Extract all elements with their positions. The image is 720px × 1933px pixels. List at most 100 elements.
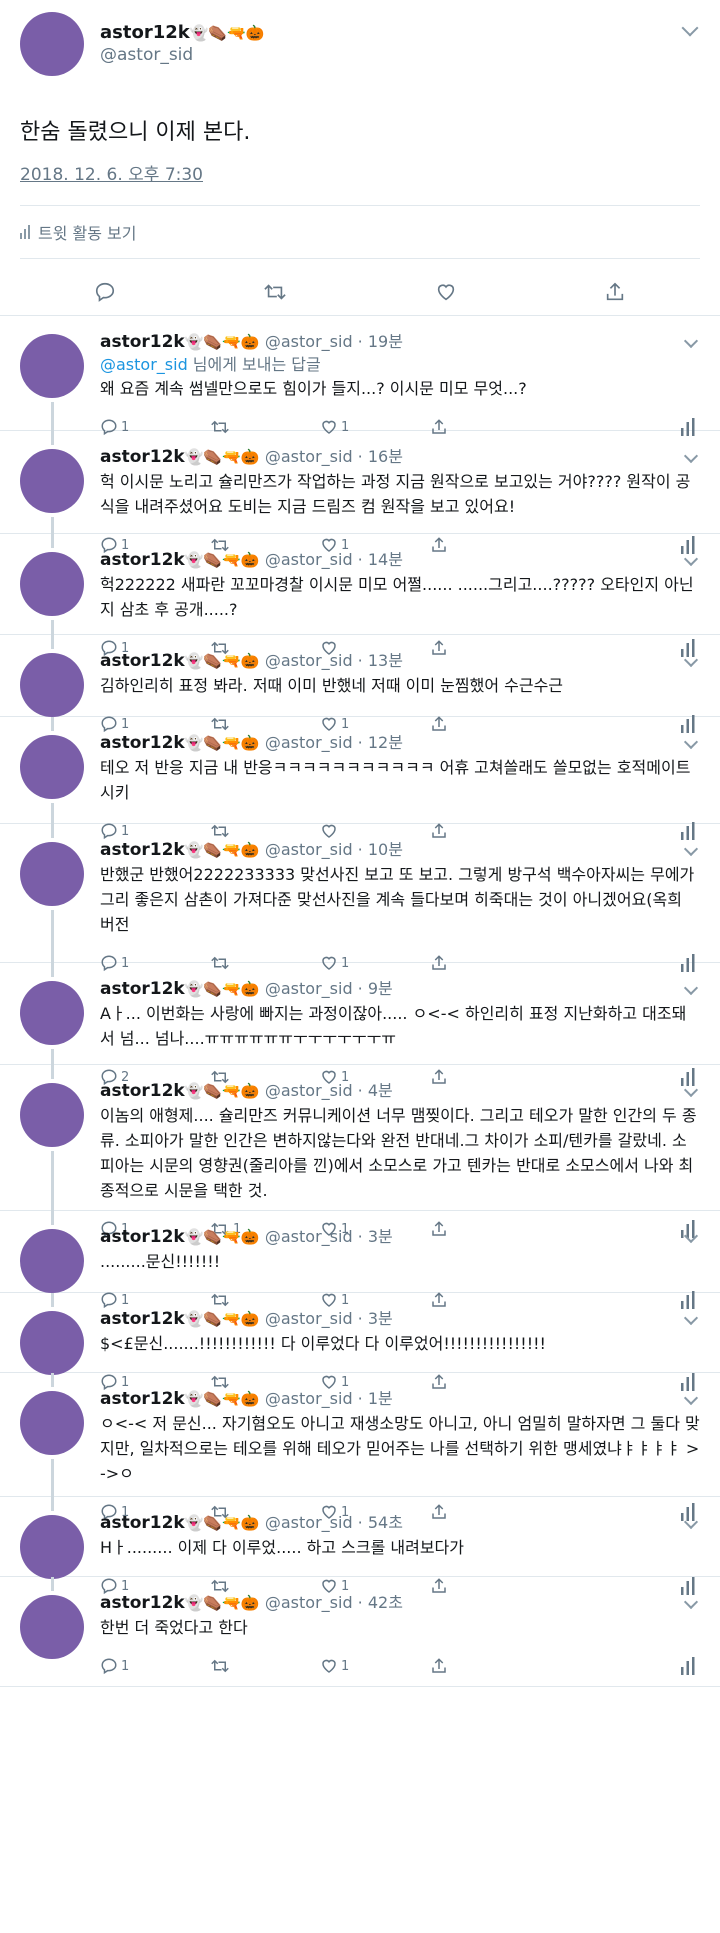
avatar[interactable] (20, 12, 84, 76)
share-button[interactable] (430, 1657, 540, 1675)
thread-line (51, 534, 54, 548)
name-emojis: 👻⚰️🔫🎃 (184, 551, 260, 569)
reply-tweet[interactable]: astor12k👻⚰️🔫🎃 @astor_sid · 9분 Aㅏ... 이번화는 … (0, 963, 720, 1086)
handle-and-time[interactable]: @astor_sid · 14분 (265, 550, 403, 569)
handle-and-time[interactable]: @astor_sid · 19분 (265, 332, 403, 351)
handle-and-time[interactable]: @astor_sid · 9분 (265, 979, 393, 998)
avatar[interactable] (20, 1311, 84, 1375)
retweet-icon (210, 1657, 230, 1675)
tweet-text: 테오 저 반응 지금 내 반응ㅋㅋㅋㅋㅋㅋㅋㅋㅋㅋㅋ 어휴 고쳐쓸래도 쓸모없는… (100, 758, 691, 802)
display-name[interactable]: astor12k (100, 979, 185, 999)
display-name[interactable]: astor12k (100, 1513, 185, 1533)
handle-and-time[interactable]: @astor_sid · 13분 (265, 651, 403, 670)
name-emojis: 👻⚰️🔫🎃 (184, 841, 260, 859)
tweet-timestamp[interactable]: 2018. 12. 6. 오후 7:30 (20, 160, 700, 185)
tweet-text: 한숨 돌렸으니 이제 본다. (20, 120, 251, 145)
display-name-text[interactable]: astor12k (100, 22, 190, 43)
reply-tweet[interactable]: astor12k👻⚰️🔫🎃 @astor_sid · 14분 헉222222 새파… (0, 534, 720, 657)
stats-icon (20, 225, 30, 239)
like-button[interactable]: 1 (320, 1657, 430, 1675)
reply-tweet[interactable]: astor12k👻⚰️🔫🎃 @astor_sid · 19분 @astor_sid… (0, 316, 720, 436)
name-emojis: 👻⚰️🔫🎃 (189, 24, 265, 42)
reply-tweet[interactable]: astor12k👻⚰️🔫🎃 @astor_sid · 4분 이놈의 애형제....… (0, 1065, 720, 1238)
avatar[interactable] (20, 449, 84, 513)
name-emojis: 👻⚰️🔫🎃 (184, 1390, 260, 1408)
name-emojis: 👻⚰️🔫🎃 (184, 1514, 260, 1532)
tweet-text: 이놈의 애형제.... 슐리만즈 커뮤니케이션 너무 맴찢이다. 그리고 테오가… (100, 1106, 697, 1200)
avatar[interactable] (20, 1515, 84, 1579)
display-name[interactable]: astor12k (100, 1227, 185, 1247)
share-icon[interactable] (604, 281, 626, 307)
handle-and-time[interactable]: @astor_sid · 16분 (265, 447, 403, 466)
handle-and-time[interactable]: @astor_sid · 3분 (265, 1309, 393, 1328)
reply-tweet[interactable]: astor12k👻⚰️🔫🎃 @astor_sid · 42초 한번 더 죽었다고 … (0, 1577, 720, 1687)
name-emojis: 👻⚰️🔫🎃 (184, 734, 260, 752)
tweet-text: 김하인리히 표정 봐라. 저때 이미 반했네 저때 이미 눈찜했어 수근수근 (100, 676, 564, 695)
reply-header: astor12k👻⚰️🔫🎃 @astor_sid · 54초 (100, 1497, 700, 1535)
thread-line (51, 431, 54, 445)
handle-and-time[interactable]: @astor_sid · 3분 (265, 1227, 393, 1246)
like-icon[interactable] (435, 281, 457, 307)
display-name[interactable]: astor12k (100, 332, 185, 352)
tweet-activity-link[interactable]: 트윗 활동 보기 (20, 206, 700, 258)
handle-and-time[interactable]: @astor_sid · 54초 (265, 1513, 403, 1532)
display-name[interactable]: astor12k (100, 550, 185, 570)
reply-tweet[interactable]: astor12k👻⚰️🔫🎃 @astor_sid · 13분김하인리히 표정 봐… (0, 635, 720, 733)
action-bar: 11 (100, 1646, 700, 1686)
avatar[interactable] (20, 552, 84, 616)
reply-header: astor12k👻⚰️🔫🎃 @astor_sid · 42초 (100, 1577, 700, 1615)
reply-header: astor12k👻⚰️🔫🎃 @astor_sid · 3분 (100, 1293, 700, 1331)
display-name[interactable]: astor12k (100, 840, 185, 860)
name-emojis: 👻⚰️🔫🎃 (184, 652, 260, 670)
name-emojis: 👻⚰️🔫🎃 (184, 980, 260, 998)
retweet-button[interactable] (210, 1657, 320, 1675)
thread-line (51, 1497, 54, 1511)
reply-tweet[interactable]: astor12k👻⚰️🔫🎃 @astor_sid · 54초 Hㅏ........… (0, 1497, 720, 1595)
mention-link[interactable]: @astor_sid (100, 355, 188, 374)
thread-line (51, 402, 54, 431)
tweet-text: Aㅏ... 이번화는 사랑에 빠지는 과정이잖아..... ㅇ<-< 하인리히 … (100, 1004, 687, 1048)
reply-header: astor12k👻⚰️🔫🎃 @astor_sid · 19분 (100, 316, 700, 354)
handle-and-time[interactable]: @astor_sid · 12분 (265, 733, 403, 752)
reply-tweet[interactable]: astor12k👻⚰️🔫🎃 @astor_sid · 12분 테오 저 반응 지금… (0, 717, 720, 840)
display-name[interactable]: astor12k (100, 651, 185, 671)
thread-line (51, 963, 54, 977)
reply-tweet[interactable]: astor12k👻⚰️🔫🎃 @astor_sid · 3분 $<£문신......… (0, 1293, 720, 1391)
avatar[interactable] (20, 653, 84, 717)
reply-icon (100, 1657, 118, 1675)
handle-and-time[interactable]: @astor_sid · 1분 (265, 1389, 393, 1408)
handle[interactable]: @astor_sid (100, 44, 264, 66)
reply-tweet[interactable]: astor12k👻⚰️🔫🎃 @astor_sid · 1분 ㅇ<-< 저 문신..… (0, 1373, 720, 1521)
handle-and-time[interactable]: @astor_sid · 42초 (265, 1593, 403, 1612)
display-name[interactable]: astor12k👻⚰️🔫🎃 (100, 22, 264, 44)
main-tweet: astor12k👻⚰️🔫🎃 @astor_sid 한숨 돌렸으니 이제 본다. … (0, 0, 720, 316)
display-name[interactable]: astor12k (100, 1389, 185, 1409)
avatar[interactable] (20, 1229, 84, 1293)
display-name[interactable]: astor12k (100, 733, 185, 753)
reply-button[interactable]: 1 (100, 1657, 210, 1675)
reply-header: astor12k👻⚰️🔫🎃 @astor_sid · 14분 (100, 534, 700, 572)
avatar[interactable] (20, 1083, 84, 1147)
reply-icon[interactable] (94, 281, 116, 307)
reply-header: astor12k👻⚰️🔫🎃 @astor_sid · 12분 (100, 717, 700, 755)
avatar[interactable] (20, 1595, 84, 1659)
avatar[interactable] (20, 842, 84, 906)
handle-and-time[interactable]: @astor_sid · 4분 (265, 1081, 393, 1100)
display-name[interactable]: astor12k (100, 1309, 185, 1329)
avatar[interactable] (20, 981, 84, 1045)
display-name[interactable]: astor12k (100, 447, 185, 467)
handle-and-time[interactable]: @astor_sid · 10분 (265, 840, 403, 859)
avatar[interactable] (20, 735, 84, 799)
avatar[interactable] (20, 334, 84, 398)
thread-line (51, 1373, 54, 1387)
display-name[interactable]: astor12k (100, 1081, 185, 1101)
reply-tweet[interactable]: astor12k👻⚰️🔫🎃 @astor_sid · 10분 반했군 반했어222… (0, 824, 720, 972)
stats-icon (680, 1657, 696, 1675)
tweet-stats-button[interactable] (680, 1657, 696, 1675)
avatar[interactable] (20, 1391, 84, 1455)
display-name[interactable]: astor12k (100, 1593, 185, 1613)
reply-tweet[interactable]: astor12k👻⚰️🔫🎃 @astor_sid · 16분 헉 이시문 노리고 … (0, 431, 720, 554)
reply-tweet[interactable]: astor12k👻⚰️🔫🎃 @astor_sid · 3분 .........문신… (0, 1211, 720, 1309)
tweet-text: Hㅏ......... 이제 다 이루었..... 하고 스크롤 내려보다가 (100, 1538, 464, 1557)
retweet-icon[interactable] (263, 281, 287, 307)
